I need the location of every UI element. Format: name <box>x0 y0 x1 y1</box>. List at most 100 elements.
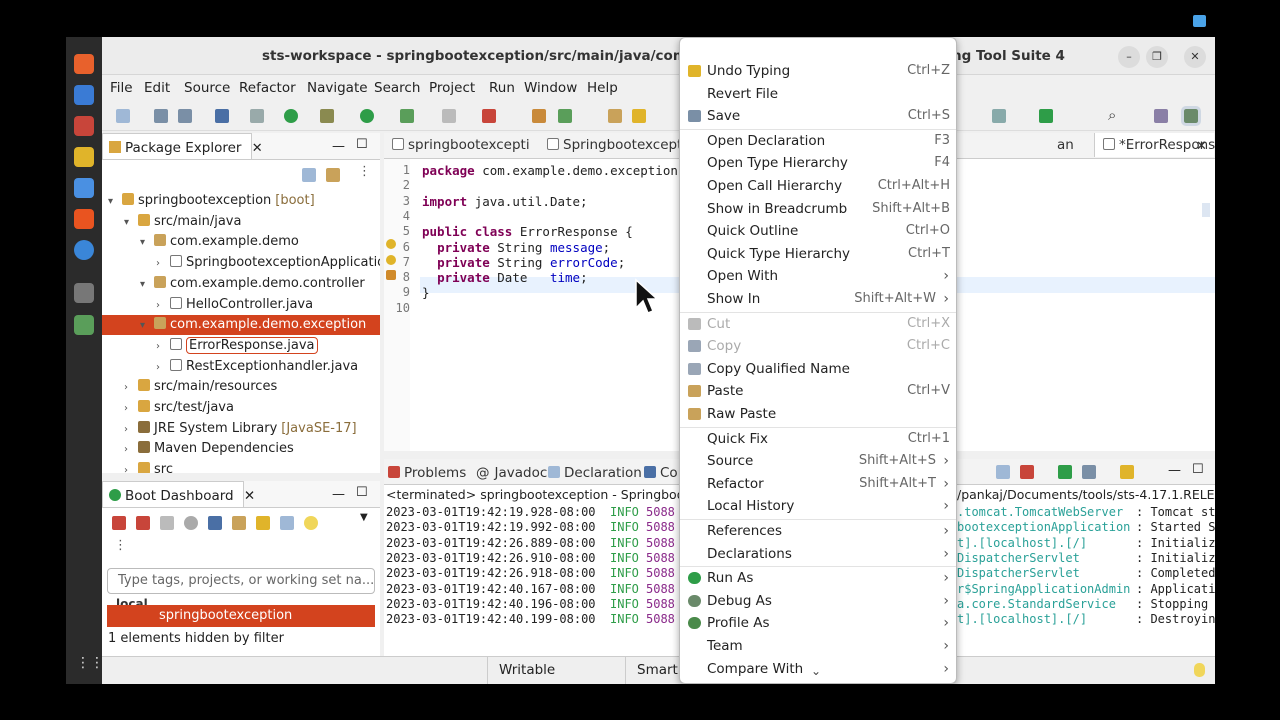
package-explorer-tab[interactable]: Package Explorer ✕ <box>102 133 263 159</box>
editor-tab-3[interactable]: an <box>1057 133 1074 157</box>
context-item-refactor[interactable]: Refactor Shift+Alt+T › <box>680 473 956 495</box>
menu-search[interactable]: Search <box>374 80 420 96</box>
mail-icon[interactable] <box>74 85 94 105</box>
javadoc-tab[interactable]: @ Javadoc <box>476 461 547 485</box>
tree-item[interactable]: ▾ springbootexception [boot] <box>102 191 380 211</box>
code-line[interactable]: package com.example.demo.exception; <box>422 163 685 178</box>
minimize-boot-icon[interactable]: — <box>332 487 345 502</box>
debug-start-icon[interactable] <box>136 516 150 530</box>
context-item-show-in[interactable]: Show In Shift+Alt+W › <box>680 288 956 310</box>
menu-project[interactable]: Project <box>429 80 475 96</box>
expanded-arrow-icon[interactable]: ▾ <box>140 275 154 295</box>
boot-app-item[interactable]: springbootexception <box>107 605 375 627</box>
boot-view-menu-icon[interactable]: ▼ <box>360 512 368 523</box>
writer-icon[interactable] <box>74 178 94 198</box>
save-toolbar-icon[interactable] <box>154 109 168 123</box>
debug-toolbar-icon[interactable] <box>320 109 334 123</box>
close-window-button[interactable]: ✕ <box>1184 46 1206 68</box>
context-item-save[interactable]: Save Ctrl+S <box>680 105 956 127</box>
edit-icon[interactable] <box>256 516 270 530</box>
tip-bulb-icon[interactable] <box>1194 663 1205 677</box>
help-icon[interactable] <box>74 240 94 260</box>
skip-breakpoints-icon[interactable] <box>250 109 264 123</box>
notification-icon[interactable] <box>1193 15 1206 27</box>
firefox-icon[interactable] <box>74 54 94 74</box>
tree-item[interactable]: › src/test/java <box>102 398 380 418</box>
context-item-quick-fix[interactable]: Quick Fix Ctrl+1 <box>680 428 956 450</box>
expanded-arrow-icon[interactable]: ▾ <box>140 316 154 336</box>
context-item-profile-as[interactable]: Profile As › <box>680 612 956 634</box>
context-item-open-call-hierarchy[interactable]: Open Call Hierarchy Ctrl+Alt+H <box>680 175 956 197</box>
context-item-copy-qualified-name[interactable]: Copy Qualified Name <box>680 358 956 380</box>
apps-grid-icon[interactable]: ⋮⋮ <box>76 655 104 671</box>
menu-navigate[interactable]: Navigate <box>307 80 368 96</box>
spring-perspective-icon[interactable] <box>1181 106 1201 126</box>
context-item-revert-file[interactable]: Revert File <box>680 83 956 105</box>
tree-item[interactable]: › RestExceptionhandler.java <box>102 357 380 377</box>
minimize-button[interactable]: – <box>1118 46 1140 68</box>
code-line[interactable]: import java.util.Date; <box>422 194 588 209</box>
expanded-arrow-icon[interactable]: ▾ <box>140 233 154 253</box>
collapsed-arrow-icon[interactable]: › <box>156 254 170 274</box>
context-item-paste[interactable]: Paste Ctrl+V <box>680 380 956 402</box>
context-item-undo-typing[interactable]: Undo Typing Ctrl+Z <box>680 60 956 82</box>
tree-item[interactable]: › Maven Dependencies <box>102 439 380 459</box>
context-item-team[interactable]: Team › <box>680 635 956 657</box>
software-icon[interactable] <box>74 209 94 229</box>
expanded-arrow-icon[interactable]: ▾ <box>124 213 138 233</box>
open-console-icon[interactable] <box>1058 465 1072 479</box>
tree-item[interactable]: ▾ src/main/java <box>102 212 380 232</box>
save-all-icon[interactable] <box>178 109 192 123</box>
files-icon[interactable] <box>74 116 94 136</box>
stop-app-icon[interactable] <box>160 516 174 530</box>
boot-dashboard-tab[interactable]: Boot Dashboard ✕ <box>102 481 255 507</box>
maximize-view-icon[interactable]: ☐ <box>356 137 368 152</box>
link-editor-icon[interactable] <box>326 168 340 182</box>
open-perspective-icon[interactable] <box>1039 109 1053 123</box>
display-console-icon[interactable] <box>1082 465 1096 479</box>
context-item-copy[interactable]: Copy Ctrl+C <box>680 335 956 357</box>
filter-input[interactable]: Type tags, projects, or working set na..… <box>107 568 375 594</box>
run-toolbar-icon[interactable] <box>360 109 374 123</box>
camera-icon[interactable] <box>74 283 94 303</box>
code-line[interactable]: private String message; <box>422 240 610 255</box>
tree-item[interactable]: › src <box>102 460 380 473</box>
music-icon[interactable] <box>74 147 94 167</box>
maximize-console-icon[interactable]: ☐ <box>1192 462 1204 477</box>
context-item-debug-as[interactable]: Debug As › <box>680 590 956 612</box>
collapsed-arrow-icon[interactable]: › <box>124 399 138 419</box>
perspective-icon[interactable] <box>1154 109 1168 123</box>
open-browser-icon[interactable] <box>184 516 198 530</box>
collapsed-arrow-icon[interactable]: › <box>156 358 170 378</box>
pin-console-icon[interactable] <box>996 465 1010 479</box>
declaration-tab[interactable]: Declaration <box>548 461 642 485</box>
code-line[interactable]: public class ErrorResponse { <box>422 224 633 239</box>
tree-item[interactable]: › ErrorResponse.java <box>102 336 380 356</box>
collapsed-arrow-icon[interactable]: › <box>156 296 170 316</box>
maximize-button[interactable]: ❐ <box>1146 46 1168 68</box>
context-item-local-history[interactable]: Local History › <box>680 495 956 517</box>
context-item-cut[interactable]: Cut Ctrl+X <box>680 313 956 335</box>
context-item-run-as[interactable]: Run As › <box>680 567 956 589</box>
collapsed-arrow-icon[interactable]: › <box>124 440 138 460</box>
context-item-raw-paste[interactable]: Raw Paste <box>680 403 956 425</box>
context-item-quick-outline[interactable]: Quick Outline Ctrl+O <box>680 220 956 242</box>
tree-item[interactable]: › src/main/resources <box>102 377 380 397</box>
collapsed-arrow-icon[interactable]: › <box>156 337 170 357</box>
new-icon[interactable] <box>116 109 130 123</box>
context-item-show-in-breadcrumb[interactable]: Show in Breadcrumb Shift+Alt+B <box>680 198 956 220</box>
close-editor-tab-icon[interactable]: ✕ <box>1196 139 1207 154</box>
code-line[interactable]: } <box>422 285 430 300</box>
new-java-icon[interactable] <box>532 109 546 123</box>
refresh-icon[interactable] <box>232 516 246 530</box>
search-icon[interactable]: ⌕ <box>1108 106 1116 124</box>
expanded-arrow-icon[interactable]: ▾ <box>108 192 122 212</box>
coverage-icon[interactable] <box>400 109 414 123</box>
forward-icon[interactable] <box>992 109 1006 123</box>
context-item-references[interactable]: References › <box>680 520 956 542</box>
editor-tab-1[interactable]: springbootexcepti <box>392 133 530 157</box>
close-tab-icon[interactable]: ✕ <box>252 141 263 156</box>
open-type-icon[interactable] <box>608 109 622 123</box>
external-tools-icon[interactable] <box>482 109 496 123</box>
minimize-view-icon[interactable]: — <box>332 139 345 154</box>
